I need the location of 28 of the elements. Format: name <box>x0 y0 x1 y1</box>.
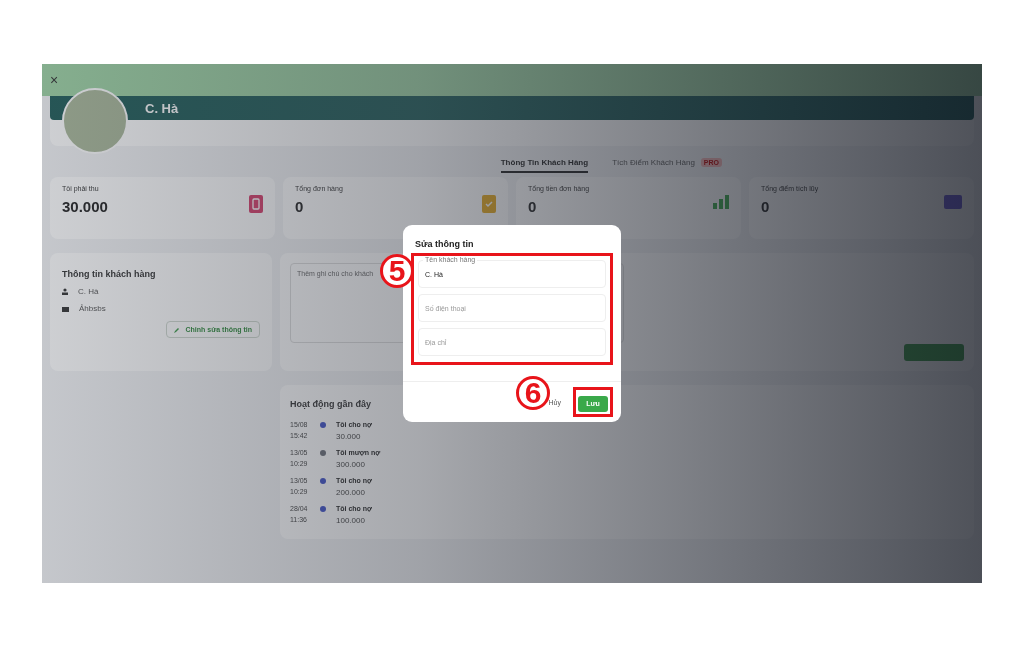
activity-amount: 100.000 <box>336 516 366 525</box>
pencil-icon <box>174 326 181 333</box>
clipboard-check-icon <box>482 195 496 213</box>
card-title: Thông tin khách hàng <box>62 269 157 279</box>
add-note-button[interactable] <box>904 344 964 361</box>
card-title: Hoạt động gần đây <box>290 399 371 409</box>
stat-value: 0 <box>761 198 771 215</box>
activity-amount: 30.000 <box>336 432 362 441</box>
status-dot <box>320 450 326 456</box>
activity-amount: 200.000 <box>336 488 366 497</box>
customer-name: C. Hà <box>145 100 179 116</box>
tab[interactable]: Thông Tin Khách Hàng <box>500 154 589 173</box>
group-icon <box>62 305 69 312</box>
close-button[interactable]: × <box>50 72 59 88</box>
customer-group-text: Ảhbsbs <box>79 304 106 313</box>
card-icon <box>944 195 962 209</box>
status-dot <box>320 478 326 484</box>
bar-chart-icon <box>713 195 729 209</box>
customer-name-text: C. Hà <box>78 287 99 296</box>
stat-value: 30.000 <box>62 198 108 215</box>
status-dot <box>320 422 326 428</box>
book-icon <box>249 195 263 213</box>
activity-amount: 300.000 <box>336 460 366 469</box>
dialog-title: Sửa thông tin <box>414 238 475 251</box>
person-icon <box>62 288 68 295</box>
status-dot <box>320 506 326 512</box>
stat-value: 0 <box>295 198 305 215</box>
stat-value: 0 <box>528 198 538 215</box>
